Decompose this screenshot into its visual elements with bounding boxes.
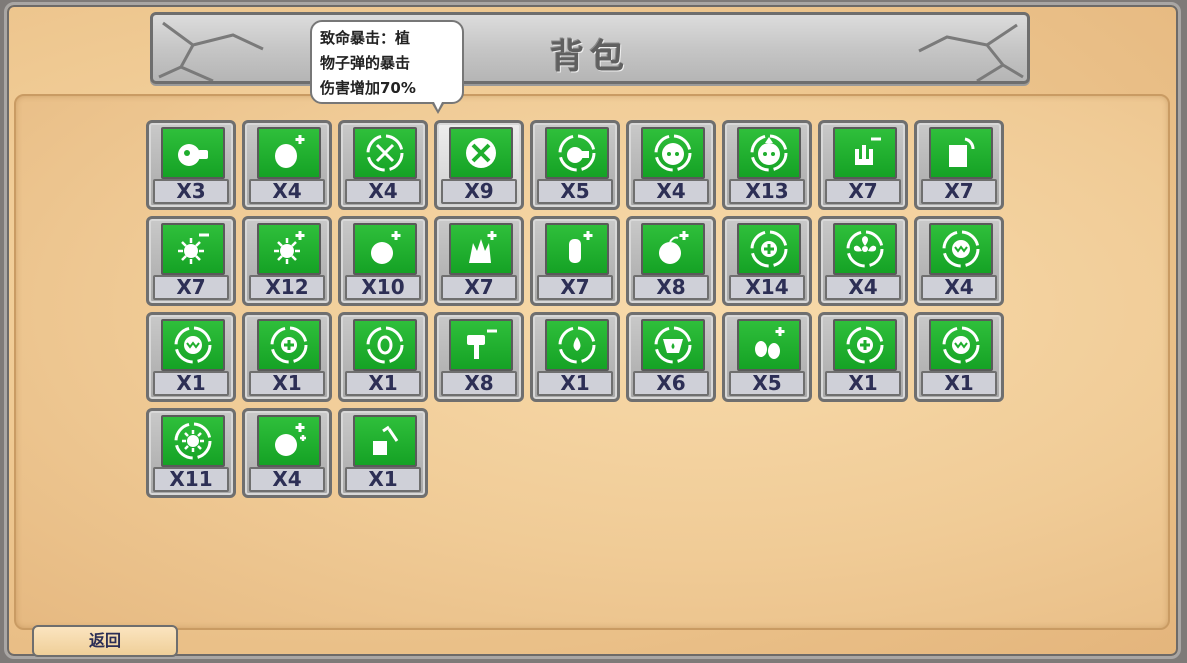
face-ring-icon: [641, 127, 705, 179]
inventory-slot[interactable]: X4: [242, 120, 332, 210]
inventory-slot[interactable]: X1: [818, 312, 908, 402]
inventory-slot[interactable]: X7: [530, 216, 620, 306]
inventory-slot[interactable]: X10: [338, 216, 428, 306]
inventory-slot[interactable]: X11: [146, 408, 236, 498]
item-count: X11: [153, 467, 229, 492]
health-ring-icon: [737, 223, 801, 275]
item-count: X7: [825, 179, 901, 204]
back-button[interactable]: 返回: [32, 625, 178, 657]
hammer-minus-icon: [449, 319, 513, 371]
item-count: X1: [345, 467, 421, 492]
item-count: X1: [921, 371, 997, 396]
apple-plus-icon: [641, 223, 705, 275]
inventory-slot[interactable]: X12: [242, 216, 332, 306]
cactus-plus-icon: [545, 223, 609, 275]
inventory-slot[interactable]: X1: [242, 312, 332, 402]
item-count: X14: [729, 275, 805, 300]
item-tooltip: 致命暴击：植 物子弹的暴击 伤害增加70%: [310, 20, 464, 104]
inventory-slot[interactable]: X1: [146, 312, 236, 402]
inventory-slot[interactable]: X8: [626, 216, 716, 306]
inventory-slot[interactable]: X5: [722, 312, 812, 402]
critical-hit-icon: [449, 127, 513, 179]
sun-plus-icon: [257, 223, 321, 275]
inventory-slot[interactable]: X4: [626, 120, 716, 210]
item-count: X9: [441, 179, 517, 204]
inventory-slot[interactable]: X14: [722, 216, 812, 306]
tooltip-line: 物子弹的暴击: [320, 54, 411, 72]
item-count: X8: [633, 275, 709, 300]
item-count: X6: [633, 371, 709, 396]
item-count: X1: [345, 371, 421, 396]
item-count: X1: [537, 371, 613, 396]
peashooter-icon: [161, 127, 225, 179]
item-count: X5: [537, 179, 613, 204]
zero-ring-icon: [353, 319, 417, 371]
item-count: X10: [345, 275, 421, 300]
tooltip-line: 致命暴击：植: [320, 29, 411, 47]
card-refresh-icon: [929, 127, 993, 179]
inventory-slot[interactable]: X1: [338, 408, 428, 498]
item-count: X4: [249, 467, 325, 492]
fan-icon: [833, 223, 897, 275]
inventory-slot[interactable]: X3: [146, 120, 236, 210]
title-banner: 背包: [150, 12, 1030, 84]
chomper-ring-icon: [161, 319, 225, 371]
item-count: X3: [153, 179, 229, 204]
tooltip-line: 伤害增加70%: [320, 79, 416, 97]
chomper-icon: [929, 223, 993, 275]
item-count: X4: [633, 179, 709, 204]
jaw-drop-icon: [641, 319, 705, 371]
inventory-slot[interactable]: X7: [146, 216, 236, 306]
item-count: X4: [249, 179, 325, 204]
inventory-slot[interactable]: X7: [818, 120, 908, 210]
heal-ring-icon: [257, 319, 321, 371]
spiky-plus-icon: [449, 223, 513, 275]
item-count: X1: [153, 371, 229, 396]
item-count: X7: [921, 179, 997, 204]
inventory-slot[interactable]: X4: [818, 216, 908, 306]
crosshair-icon: [353, 127, 417, 179]
inventory-slot[interactable]: X13: [722, 120, 812, 210]
item-count: X4: [921, 275, 997, 300]
drop-ring-icon: [545, 319, 609, 371]
page-title: 背包: [550, 37, 630, 77]
inventory-slot[interactable]: X7: [914, 120, 1004, 210]
item-count: X8: [441, 371, 517, 396]
heal-refresh-icon: [833, 319, 897, 371]
shovel-plant-icon: [353, 415, 417, 467]
inventory-slot[interactable]: X8: [434, 312, 524, 402]
item-count: X7: [537, 275, 613, 300]
bomb-plus-icon: [353, 223, 417, 275]
alien-peashooter-icon: [545, 127, 609, 179]
item-count: X4: [345, 179, 421, 204]
face-leaf-icon: [737, 127, 801, 179]
inventory-slot[interactable]: X4: [914, 216, 1004, 306]
inventory-slot[interactable]: X1: [530, 312, 620, 402]
item-count: X1: [825, 371, 901, 396]
fang-ring-icon: [929, 319, 993, 371]
tooltip-tail-fill: [433, 100, 443, 110]
item-count: X1: [249, 371, 325, 396]
inventory-slot[interactable]: X9: [434, 120, 524, 210]
inventory-slot[interactable]: X4: [338, 120, 428, 210]
inventory-slot[interactable]: X7: [434, 216, 524, 306]
item-count: X5: [729, 371, 805, 396]
seeds-plus-icon: [737, 319, 801, 371]
item-count: X7: [441, 275, 517, 300]
item-count: X4: [825, 275, 901, 300]
inventory-slot[interactable]: X1: [338, 312, 428, 402]
item-count: X12: [249, 275, 325, 300]
inventory-grid: X3 X4 X4 X9 X5 X4 X13 X7 X7 X7 X12 X10 X7 X7 X8 X14 X4 X4…: [146, 120, 1004, 498]
item-count: X7: [153, 275, 229, 300]
item-count: X13: [729, 179, 805, 204]
inventory-slot[interactable]: X6: [626, 312, 716, 402]
apple-double-plus-icon: [257, 415, 321, 467]
sun-minus-icon: [161, 223, 225, 275]
inventory-slot[interactable]: X1: [914, 312, 1004, 402]
sunflower-ring-icon: [161, 415, 225, 467]
inventory-slot[interactable]: X5: [530, 120, 620, 210]
hand-minus-icon: [833, 127, 897, 179]
inventory-slot[interactable]: X4: [242, 408, 332, 498]
seed-plus-icon: [257, 127, 321, 179]
